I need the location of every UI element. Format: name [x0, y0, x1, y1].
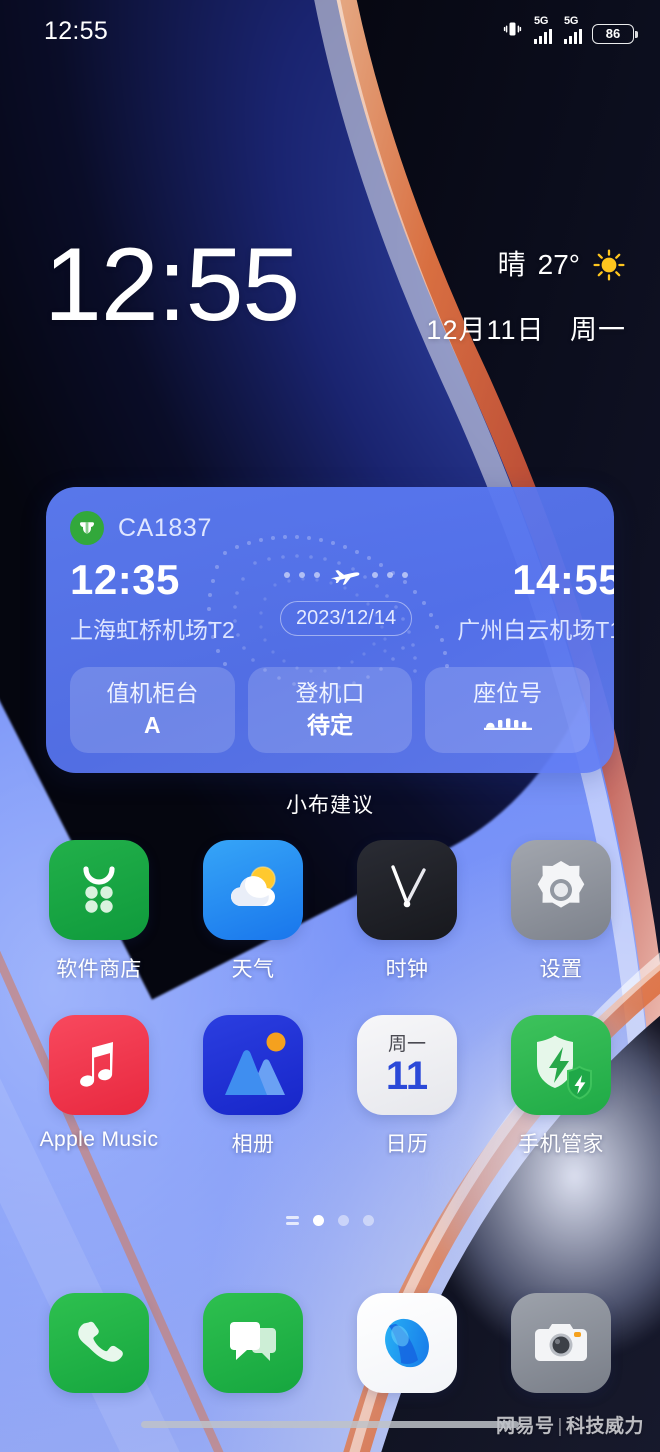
- chip-boarding-gate[interactable]: 登机口 待定: [247, 667, 413, 753]
- chip-seat-number[interactable]: 座位号: [425, 667, 591, 753]
- gallery-icon: [203, 1015, 303, 1115]
- page-indicator[interactable]: [0, 1215, 660, 1226]
- home-screen: 12:55 5G 5G 86 12:55 晴 27° 12月11日 周一 CA1…: [0, 0, 660, 1452]
- signal-5g-icon-2: 5G: [562, 15, 582, 44]
- status-bar-icons: 5G 5G 86: [502, 15, 638, 44]
- arrival-airport: 广州白云机场T1: [457, 617, 614, 643]
- flight-widget[interactable]: CA1837 12:35 上海虹桥机场T2 2023/12/14 14:55 广…: [46, 487, 614, 773]
- chip-label: 座位号: [473, 680, 543, 706]
- network-type-label-2: 5G: [564, 14, 579, 27]
- dock-messages-icon[interactable]: [203, 1293, 303, 1393]
- app-icon-gallery[interactable]: 相册: [176, 1015, 330, 1158]
- airplane-icon: [329, 563, 363, 587]
- home-clock[interactable]: 12:55: [44, 228, 300, 343]
- app-label: 相册: [231, 1133, 275, 1156]
- dock-phone-icon[interactable]: [49, 1293, 149, 1393]
- calendar-weekday: 周一: [387, 1033, 426, 1055]
- weather-temperature: 27°: [537, 249, 580, 280]
- path-dot: [402, 572, 409, 578]
- sun-icon: [592, 248, 626, 282]
- battery-icon: 86: [592, 23, 638, 44]
- calendar-icon: 周一 11: [357, 1015, 457, 1115]
- status-bar: 12:55 5G 5G 86: [0, 0, 660, 62]
- dock-camera-icon[interactable]: [511, 1293, 611, 1393]
- app-icon-weather[interactable]: 天气: [176, 840, 330, 983]
- flight-date-badge: 2023/12/14: [280, 601, 413, 636]
- flight-widget-wrapper: CA1837 12:35 上海虹桥机场T2 2023/12/14 14:55 广…: [46, 487, 614, 819]
- vibrate-icon: [502, 19, 522, 44]
- app-label: 软件商店: [56, 958, 142, 981]
- status-bar-time: 12:55: [44, 16, 109, 45]
- page-dot-3[interactable]: [363, 1215, 374, 1226]
- departure-airport: 上海虹桥机场T2: [70, 617, 235, 643]
- app-store-icon: [49, 840, 149, 940]
- music-note-icon: [49, 1015, 149, 1115]
- app-drawer-icon[interactable]: [286, 1216, 299, 1225]
- path-dot: [372, 572, 379, 578]
- widget-caption: 小布建议: [286, 794, 374, 817]
- home-indicator[interactable]: [141, 1421, 519, 1428]
- chip-checkin-counter[interactable]: 值机柜台 A: [70, 667, 235, 753]
- weather-icon: [203, 840, 303, 940]
- clock-weather-row: 12:55 晴 27° 12月11日 周一: [0, 228, 660, 348]
- app-label: 日历: [385, 1133, 429, 1156]
- app-icon-apple-music[interactable]: Apple Music: [22, 1015, 176, 1158]
- flight-header: CA1837: [70, 511, 590, 545]
- departure-time: 12:35: [70, 556, 180, 603]
- dock: [0, 1293, 660, 1393]
- weather-widget[interactable]: 晴 27° 12月11日 周一: [426, 248, 626, 347]
- clock-icon: [357, 840, 457, 940]
- app-icon-app-store[interactable]: 软件商店: [22, 840, 176, 983]
- weather-summary: 晴 27°: [426, 248, 626, 282]
- flight-middle: 2023/12/14: [280, 559, 413, 636]
- app-label: 手机管家: [518, 1133, 604, 1156]
- shield-bolt-icon: [511, 1015, 611, 1115]
- gear-icon: [511, 840, 611, 940]
- flight-path: [284, 563, 409, 587]
- path-dot: [387, 572, 394, 578]
- path-dot: [314, 572, 321, 578]
- battery-percent-label: 86: [605, 26, 621, 41]
- chip-value: 待定: [307, 712, 353, 738]
- seat-row-icon: [482, 714, 534, 732]
- departure-block: 12:35 上海虹桥机场T2: [70, 559, 280, 645]
- app-label: 时钟: [385, 958, 429, 981]
- calendar-day: 11: [385, 1053, 429, 1098]
- app-label: 设置: [539, 958, 583, 981]
- network-type-label-1: 5G: [534, 14, 549, 27]
- app-label: 天气: [231, 958, 275, 981]
- signal-5g-icon-1: 5G: [532, 15, 552, 44]
- app-icon-calendar[interactable]: 周一 11 日历: [330, 1015, 484, 1158]
- arrival-time: 14:55: [512, 556, 614, 603]
- path-dot: [299, 572, 306, 578]
- watermark-author: 科技威力: [565, 1416, 644, 1437]
- app-icon-phone-manager[interactable]: 手机管家: [484, 1015, 638, 1158]
- weather-date-value: 12月11日: [426, 315, 545, 345]
- weather-date: 12月11日 周一: [426, 308, 626, 347]
- weather-condition: 晴: [497, 249, 526, 280]
- page-dot-2[interactable]: [338, 1215, 349, 1226]
- flight-info-chips: 值机柜台 A 登机口 待定 座位号: [70, 667, 591, 753]
- app-icon-clock[interactable]: 时钟: [330, 840, 484, 983]
- page-dot-1[interactable]: [313, 1215, 324, 1226]
- flight-route: 12:35 上海虹桥机场T2 2023/12/14 14:55 广州白云机场T1: [70, 559, 614, 645]
- weather-weekday: 周一: [570, 315, 626, 345]
- flight-number: CA1837: [118, 513, 212, 542]
- air-china-logo: [70, 511, 104, 545]
- app-label: Apple Music: [39, 1128, 159, 1151]
- chip-value: A: [144, 712, 161, 738]
- app-grid: 软件商店 天气 时钟 设置 Apple Music 相册 周一 11 日历 手机…: [0, 840, 660, 1158]
- chip-label: 值机柜台: [106, 680, 199, 706]
- chip-label: 登机口: [295, 680, 365, 706]
- watermark-separator: |: [557, 1416, 563, 1437]
- app-icon-settings[interactable]: 设置: [484, 840, 638, 983]
- path-dot: [284, 572, 291, 578]
- arrival-block: 14:55 广州白云机场T1: [412, 559, 614, 645]
- dock-browser-icon[interactable]: [357, 1293, 457, 1393]
